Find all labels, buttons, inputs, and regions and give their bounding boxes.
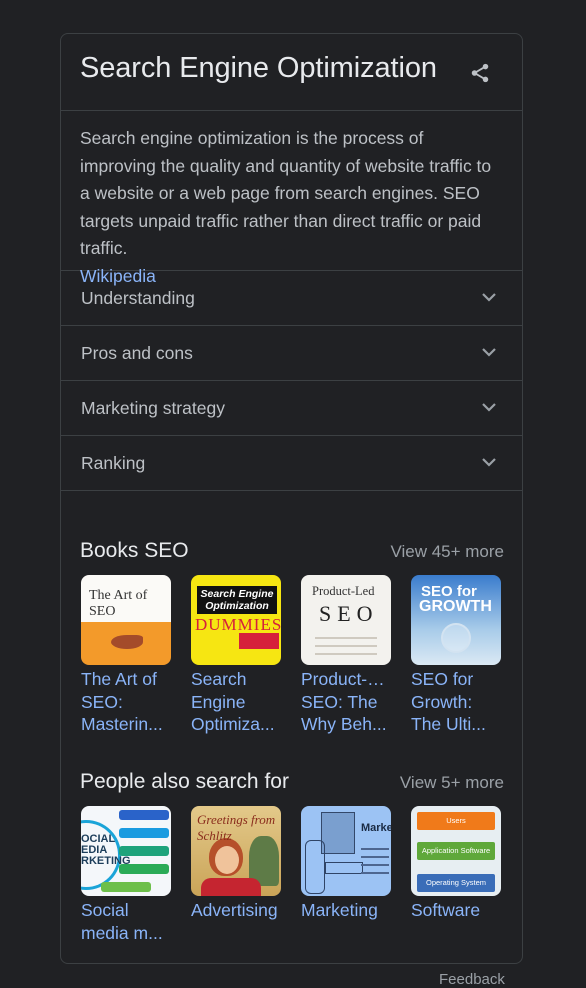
book-title-line: Why Beh... [301,714,387,734]
cover-text: DUMMIES [195,615,281,634]
related-label-line: Marketing [301,900,378,920]
cover-banner [239,633,279,649]
panel-title: Search Engine Optimization [80,52,437,84]
book-cover: The Art of SEO [81,575,171,665]
thumb-layer-users: Users [417,812,495,830]
cover-line [315,645,377,647]
cover-text: GROWTH [419,598,492,615]
related-label: Marketing [301,899,391,922]
book-tile[interactable]: Search Engine Optimization DUMMIES Searc… [191,575,281,736]
thumb-layer-application: Application Software [417,842,495,860]
related-thumbnail: Users Application Software Operating Sys… [411,806,501,896]
book-title-line: The Ulti... [411,714,486,734]
related-tile[interactable]: Users Application Software Operating Sys… [411,806,501,944]
book-title: SEO for Growth: The Ulti... [411,668,501,736]
cover-text: SEO [319,601,379,626]
book-cover: SEO for GROWTH [411,575,501,665]
book-title-line: The Art of [81,669,157,689]
related-label: Advertising [191,899,281,922]
cover-text: Product-Led [312,584,375,598]
diagram-box [119,864,169,874]
diagram-box [101,882,151,892]
chevron-down-icon [482,348,496,357]
thumb-layer-os: Operating System [417,874,495,892]
related-thumbnail: OCIAL EDIA RKETING [81,806,171,896]
book-cover: Product-Led SEO [301,575,391,665]
related-thumbnail: Marketi [301,806,391,896]
cover-line [315,653,377,655]
accordion-understanding[interactable]: Understanding [61,271,522,326]
books-title: Books SEO [80,539,189,562]
accordion-pros-and-cons[interactable]: Pros and cons [61,326,522,381]
figure-image [305,840,325,894]
related-label: Software [411,899,501,922]
cover-line [315,637,377,639]
related-label: Social media m... [81,899,171,944]
diagram-box [119,828,169,838]
panel-header: Search Engine Optimization [61,34,522,111]
chevron-down-icon [482,403,496,412]
knowledge-panel: Search Engine Optimization Search engine… [60,33,523,964]
book-tile[interactable]: The Art of SEO The Art of SEO: Masterin.… [81,575,171,736]
related-label-line: Software [411,900,481,920]
dress-image [201,878,261,896]
people-also-search-title: People also search for [80,770,289,793]
book-cover: Search Engine Optimization DUMMIES [191,575,281,665]
share-icon[interactable] [469,61,491,85]
thumb-text: Marketi [361,822,391,834]
related-label-line: Social [81,900,129,920]
accordion-ranking[interactable]: Ranking [61,436,522,491]
related-tile[interactable]: Marketi Marketing [301,806,391,944]
book-title-line: SEO: The [301,691,378,712]
panel-description: Search engine optimization is the proces… [61,111,522,286]
feedback-link[interactable]: Feedback [439,971,505,988]
chevron-down-icon [482,293,496,302]
accordion-label: Marketing strategy [81,398,225,418]
book-title-line: SEO: [81,691,123,712]
bottle-image [321,812,355,854]
face-image [215,846,239,874]
diagram-box [119,846,169,856]
description-text: Search engine optimization is the proces… [80,128,492,258]
accordion-label: Pros and cons [81,343,193,363]
thumb-line [361,848,389,850]
book-title-line: Masterin... [81,714,163,734]
related-tile[interactable]: Greetings from Schlitz Advertising [191,806,281,944]
book-tile[interactable]: SEO for GROWTH SEO for Growth: The Ulti.… [411,575,501,736]
cover-text: The Art of SEO [89,588,148,619]
table-image [325,862,363,874]
related-label-line: media m... [81,922,163,943]
accordion-label: Understanding [81,288,195,308]
magnifier-image [441,623,471,653]
book-title: Search Engine Optimiza... [191,668,281,736]
thumb-line [361,872,389,874]
hummingbird-image [111,635,143,649]
thumb-line [361,864,389,866]
book-title: Product-… SEO: The Why Beh... [301,668,391,736]
book-title-line: SEO for [411,669,474,689]
book-title-line: Optimiza... [191,714,275,734]
book-title-line: Growth: [411,691,473,712]
book-title: The Art of SEO: Masterin... [81,668,171,736]
people-also-search-view-more[interactable]: View 5+ more [400,773,504,793]
books-view-more[interactable]: View 45+ more [390,542,504,562]
diagram-box [119,810,169,820]
thumb-text: Greetings from Schlitz [197,812,276,843]
book-title-line: Search [191,669,247,689]
accordion-marketing-strategy[interactable]: Marketing strategy [61,381,522,436]
cover-text: Search Engine Optimization [197,586,277,614]
related-tile[interactable]: OCIAL EDIA RKETING Social media m... [81,806,171,944]
book-tile[interactable]: Product-Led SEO Product-… SEO: The Why B… [301,575,391,736]
chevron-down-icon [482,458,496,467]
related-label-line: Advertising [191,900,278,920]
thumb-line [361,856,389,858]
related-thumbnail: Greetings from Schlitz [191,806,281,896]
thumb-text: OCIAL EDIA RKETING [81,833,131,867]
accordion-label: Ranking [81,453,146,473]
book-title-line: Engine [191,691,246,712]
book-title-line: Product-… [301,669,385,689]
